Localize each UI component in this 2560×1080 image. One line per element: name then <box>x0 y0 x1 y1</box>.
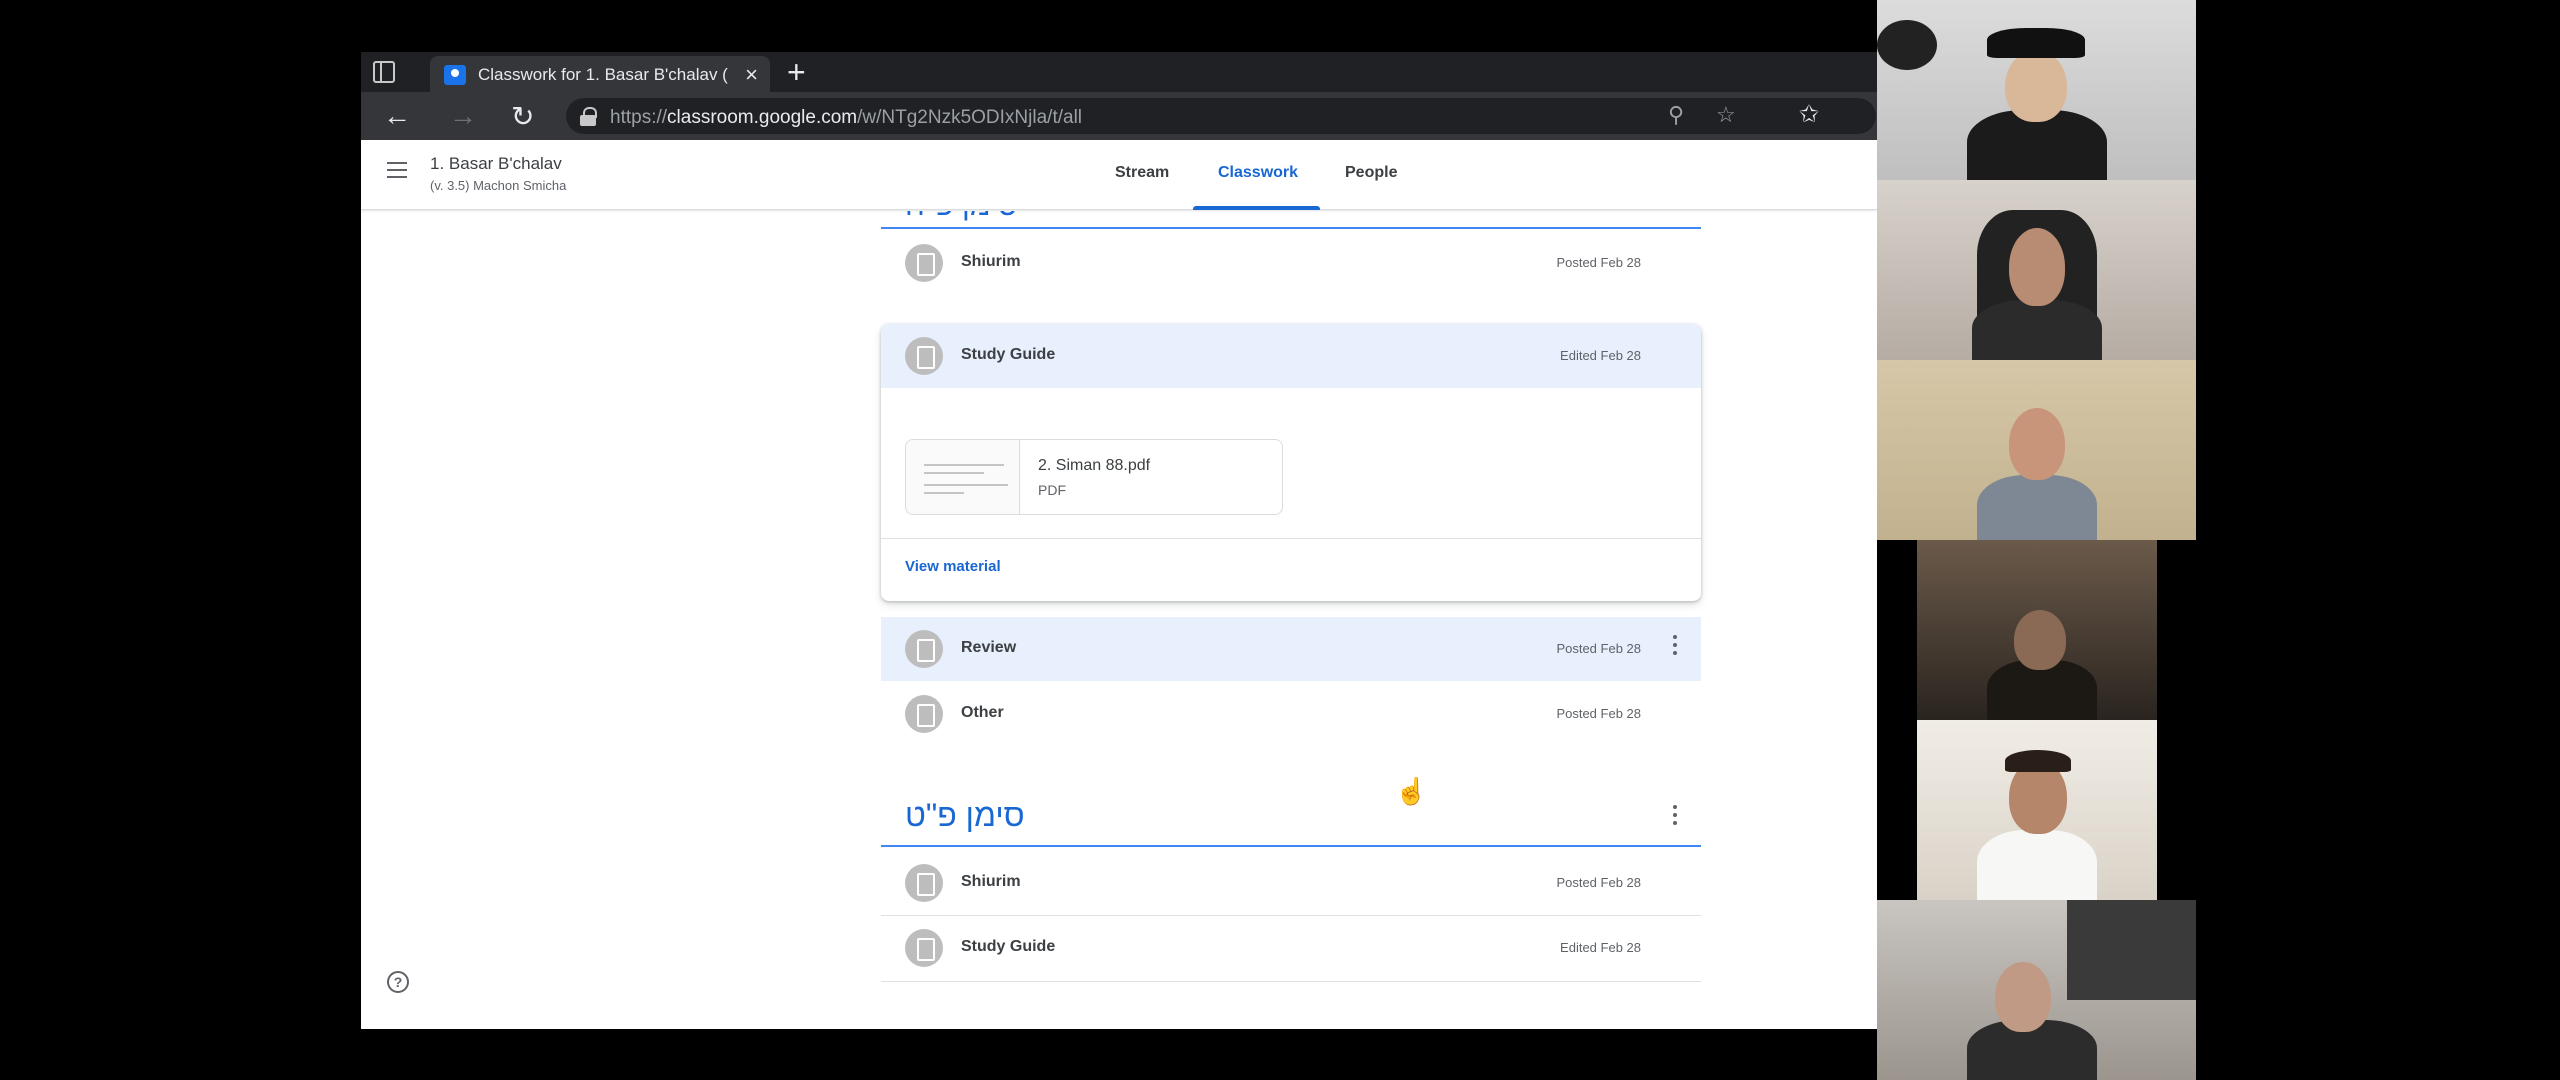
tab-people[interactable]: People <box>1345 164 1397 182</box>
item-title: Shiurim <box>961 253 1021 270</box>
item-title: Review <box>961 639 1017 656</box>
address-bar[interactable]: https://classroom.google.com/w/NTg2Nzk5O… <box>566 98 1876 134</box>
classroom-app: 1. Basar B'chalav (v. 3.5) Machon Smicha… <box>361 140 1877 1029</box>
attachment-name: 2. Siman 88.pdf <box>1038 457 1151 474</box>
participant-video <box>1877 180 2196 360</box>
help-icon[interactable]: ? <box>387 971 409 993</box>
url-text[interactable]: https://classroom.google.com/w/NTg2Nzk5O… <box>610 107 1082 129</box>
forward-icon[interactable]: → <box>449 100 477 132</box>
lock-icon[interactable] <box>580 107 597 126</box>
divider <box>881 981 1701 982</box>
topic-title: סימן פ"ח <box>905 211 1017 223</box>
list-item[interactable]: Review Posted Feb 28 <box>881 617 1701 681</box>
item-title: Study Guide <box>961 938 1056 955</box>
material-icon <box>905 864 943 902</box>
browser-toolbar: ← → ↻ https://classroom.google.com/w/NTg… <box>361 92 1877 140</box>
participant-video <box>1877 900 2196 1080</box>
list-item[interactable]: Shiurim Posted Feb 28 <box>881 231 1701 295</box>
tab-close-icon[interactable]: × <box>745 62 758 88</box>
tab-title: Classwork for 1. Basar B'chalav ( <box>478 65 728 84</box>
topic-header: סימן פ"ט <box>881 783 1701 847</box>
more-options-icon[interactable] <box>1673 635 1677 657</box>
new-tab-icon[interactable]: + <box>787 54 806 91</box>
screen: Classwork for 1. Basar B'chalav ( × + ← … <box>0 0 2560 1080</box>
item-date: Edited Feb 28 <box>1560 348 1641 363</box>
pdf-attachment[interactable]: 2. Siman 88.pdf PDF <box>905 439 1283 515</box>
classwork-content: סימן פ"ח Shiurim Posted Feb 28 Study Gui… <box>361 211 1877 1029</box>
reload-icon[interactable]: ↻ <box>511 100 534 133</box>
topic-header: סימן פ"ח <box>881 211 1701 229</box>
url-path: /w/NTg2Nzk5ODIxNjla/t/all <box>857 107 1083 128</box>
participant-video <box>1917 540 2157 720</box>
tab-classwork[interactable]: Classwork <box>1218 164 1298 182</box>
pointer-cursor-icon: ☝ <box>1395 776 1428 806</box>
active-tab-indicator <box>1193 206 1320 210</box>
tab-bar: Classwork for 1. Basar B'chalav ( × + <box>361 52 1877 92</box>
expanded-material: Study Guide Edited Feb 28 2. Siman 88.pd… <box>881 324 1701 601</box>
material-icon <box>905 929 943 967</box>
participant-video <box>1917 720 2157 900</box>
app-header: 1. Basar B'chalav (v. 3.5) Machon Smicha… <box>361 140 1877 210</box>
item-date: Posted Feb 28 <box>1556 706 1641 721</box>
zoom-icon[interactable]: ⚲ <box>1668 102 1684 128</box>
menu-icon[interactable] <box>387 162 407 178</box>
material-icon <box>905 630 943 668</box>
material-icon <box>905 695 943 733</box>
material-icon <box>905 337 943 375</box>
url-host: classroom.google.com <box>667 107 858 128</box>
attachment-type: PDF <box>1038 482 1066 498</box>
participant-video <box>1877 0 2196 180</box>
add-favorite-icon[interactable]: ☆ <box>1716 102 1736 128</box>
browser-tab[interactable]: Classwork for 1. Basar B'chalav ( × <box>430 56 770 92</box>
tab-stream[interactable]: Stream <box>1115 164 1169 182</box>
tab-actions-icon[interactable] <box>373 61 395 83</box>
item-date: Posted Feb 28 <box>1556 255 1641 270</box>
list-item[interactable]: Study Guide Edited Feb 28 <box>881 324 1701 388</box>
view-material-link[interactable]: View material <box>905 558 1001 575</box>
list-item[interactable]: Shiurim Posted Feb 28 <box>881 851 1701 915</box>
back-icon[interactable]: ← <box>383 100 411 132</box>
topic-title: סימן פ"ט <box>905 797 1025 833</box>
item-date: Posted Feb 28 <box>1556 641 1641 656</box>
item-title: Other <box>961 704 1004 721</box>
list-item[interactable]: Other Posted Feb 28 <box>881 682 1701 746</box>
class-name[interactable]: 1. Basar B'chalav <box>430 154 562 174</box>
url-prefix: https:// <box>610 107 668 128</box>
list-item[interactable]: Study Guide Edited Feb 28 <box>881 916 1701 980</box>
divider <box>881 538 1701 539</box>
class-section: (v. 3.5) Machon Smicha <box>430 178 567 193</box>
topic-more-options-icon[interactable] <box>1673 805 1677 827</box>
item-title: Study Guide <box>961 346 1056 363</box>
item-date: Posted Feb 28 <box>1556 875 1641 890</box>
material-icon <box>905 244 943 282</box>
browser-window: Classwork for 1. Basar B'chalav ( × + ← … <box>361 52 1877 1029</box>
item-title: Shiurim <box>961 873 1021 890</box>
classroom-favicon-icon <box>444 65 466 85</box>
favorites-icon[interactable]: ✩ <box>1799 100 1819 129</box>
participant-video <box>1877 360 2196 540</box>
pdf-thumbnail <box>906 440 1020 514</box>
item-date: Edited Feb 28 <box>1560 940 1641 955</box>
